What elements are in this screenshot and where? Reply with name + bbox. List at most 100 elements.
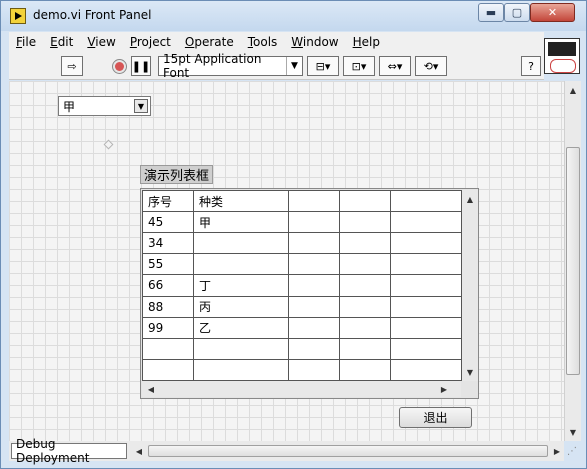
menu-mnemonic: E (50, 35, 58, 49)
context-help-button[interactable]: ? (521, 56, 541, 76)
table-cell[interactable] (193, 232, 289, 255)
table-cell[interactable] (288, 316, 340, 339)
menu-operate[interactable]: Operate (178, 35, 241, 49)
table-cell[interactable] (390, 211, 462, 234)
table-cell[interactable] (339, 358, 391, 382)
table-cell[interactable] (339, 211, 391, 234)
menu-file[interactable]: File (9, 35, 43, 49)
scroll-left-icon[interactable]: ◀ (132, 443, 146, 459)
table-cell[interactable]: 甲 (193, 211, 289, 234)
scroll-right-icon[interactable]: ▶ (437, 381, 451, 397)
table-cell[interactable] (339, 337, 391, 360)
ring-control[interactable]: 甲 ▼ (58, 96, 151, 116)
column-header[interactable] (390, 189, 462, 213)
listbox-header-row[interactable]: 序号 种类 (142, 189, 462, 213)
column-header[interactable]: 种类 (193, 189, 289, 213)
table-row[interactable] (142, 358, 462, 382)
resize-grip-icon[interactable]: ⋰ (564, 443, 580, 459)
column-header[interactable] (339, 189, 391, 213)
table-row[interactable]: 99 乙 (142, 316, 462, 339)
reorder-button[interactable]: ⟲▾ (415, 56, 447, 76)
table-row[interactable]: 88 丙 (142, 295, 462, 318)
minimize-button[interactable]: ▬ (478, 3, 504, 22)
text-settings-dropdown[interactable]: 15pt Application Font ▼ (158, 52, 303, 80)
table-row[interactable] (142, 337, 462, 360)
table-cell[interactable]: 66 (142, 274, 194, 297)
table-cell[interactable]: 45 (142, 211, 194, 234)
table-row[interactable]: 34 (142, 232, 462, 255)
run-button[interactable]: ⇨ (61, 56, 83, 76)
table-cell[interactable] (390, 232, 462, 255)
scroll-thumb[interactable] (566, 147, 580, 375)
menu-view[interactable]: View (80, 35, 122, 49)
scroll-down-icon[interactable]: ▼ (462, 365, 478, 379)
menu-help[interactable]: Help (346, 35, 387, 49)
table-cell[interactable]: 55 (142, 253, 194, 276)
window-vertical-scrollbar[interactable]: ▲ ▼ (564, 81, 581, 441)
help-icon: ? (528, 59, 534, 73)
table-cell[interactable] (288, 253, 340, 276)
table-cell[interactable] (288, 358, 340, 382)
exit-button[interactable]: 退出 (399, 407, 472, 428)
table-cell[interactable] (288, 274, 340, 297)
scroll-up-icon[interactable]: ▲ (565, 82, 581, 98)
table-cell[interactable] (339, 274, 391, 297)
abort-button[interactable] (109, 56, 129, 76)
table-cell[interactable] (390, 253, 462, 276)
execution-target[interactable]: Debug Deployment (11, 437, 127, 465)
resize-objects-button[interactable]: ⇔▾ (379, 56, 411, 76)
maximize-button[interactable]: ▢ (504, 3, 530, 22)
scroll-up-icon[interactable]: ▲ (462, 192, 478, 206)
table-cell[interactable]: 99 (142, 316, 194, 339)
table-cell[interactable]: 丁 (193, 274, 289, 297)
table-cell[interactable] (288, 211, 340, 234)
distribute-objects-button[interactable]: ⊡▾ (343, 56, 375, 76)
table-cell[interactable] (390, 316, 462, 339)
listbox-horizontal-scrollbar[interactable]: ◀ ▶ (142, 381, 461, 397)
column-header[interactable] (288, 189, 340, 213)
window-horizontal-scrollbar[interactable]: ◀ ▶ (132, 443, 564, 459)
scroll-thumb[interactable] (148, 445, 548, 457)
menu-tools[interactable]: Tools (241, 35, 285, 49)
column-header[interactable]: 序号 (142, 189, 194, 213)
table-cell[interactable] (390, 358, 462, 382)
table-cell[interactable] (193, 337, 289, 360)
table-cell[interactable]: 丙 (193, 295, 289, 318)
menu-edit[interactable]: Edit (43, 35, 80, 49)
table-cell[interactable] (288, 295, 340, 318)
table-cell[interactable] (339, 295, 391, 318)
table-cell[interactable] (142, 337, 194, 360)
align-objects-button[interactable]: ⊟▾ (307, 56, 339, 76)
table-cell[interactable] (193, 358, 289, 382)
table-cell[interactable] (339, 253, 391, 276)
front-panel-canvas[interactable]: 甲 ▼ 演示列表框 序号 种类 45 甲 34 55 66 丁 88 丙 99 乙 ▲ ▼ ◀ ▶ 退… (9, 81, 564, 441)
menu-project[interactable]: Project (123, 35, 178, 49)
chevron-down-icon[interactable]: ▼ (134, 99, 148, 113)
menu-window[interactable]: Window (284, 35, 345, 49)
title-bar[interactable]: demo.vi Front Panel ▬ ▢ ✕ (1, 1, 586, 31)
vi-connector-icon[interactable] (544, 38, 580, 74)
table-row[interactable]: 45 甲 (142, 211, 462, 234)
table-cell[interactable] (390, 295, 462, 318)
table-cell[interactable]: 乙 (193, 316, 289, 339)
table-cell[interactable] (339, 232, 391, 255)
table-cell[interactable] (142, 358, 194, 382)
table-cell[interactable]: 88 (142, 295, 194, 318)
table-cell[interactable] (390, 337, 462, 360)
scroll-left-icon[interactable]: ◀ (144, 381, 158, 397)
table-cell[interactable] (288, 337, 340, 360)
close-button[interactable]: ✕ (530, 3, 575, 22)
table-row[interactable]: 55 (142, 253, 462, 276)
table-cell[interactable] (390, 274, 462, 297)
scroll-down-icon[interactable]: ▼ (565, 424, 581, 440)
table-cell[interactable] (339, 316, 391, 339)
table-cell[interactable] (288, 232, 340, 255)
listbox-grid[interactable]: 序号 种类 45 甲 34 55 66 丁 88 丙 99 乙 (142, 189, 462, 382)
listbox-vertical-scrollbar[interactable]: ▲ ▼ (462, 190, 478, 381)
table-cell[interactable] (193, 253, 289, 276)
table-cell[interactable]: 34 (142, 232, 194, 255)
scroll-right-icon[interactable]: ▶ (550, 443, 564, 459)
table-row[interactable]: 66 丁 (142, 274, 462, 297)
multicolumn-listbox[interactable]: 序号 种类 45 甲 34 55 66 丁 88 丙 99 乙 ▲ ▼ ◀ ▶ (140, 188, 479, 399)
pause-button[interactable]: ❚❚ (131, 56, 151, 76)
